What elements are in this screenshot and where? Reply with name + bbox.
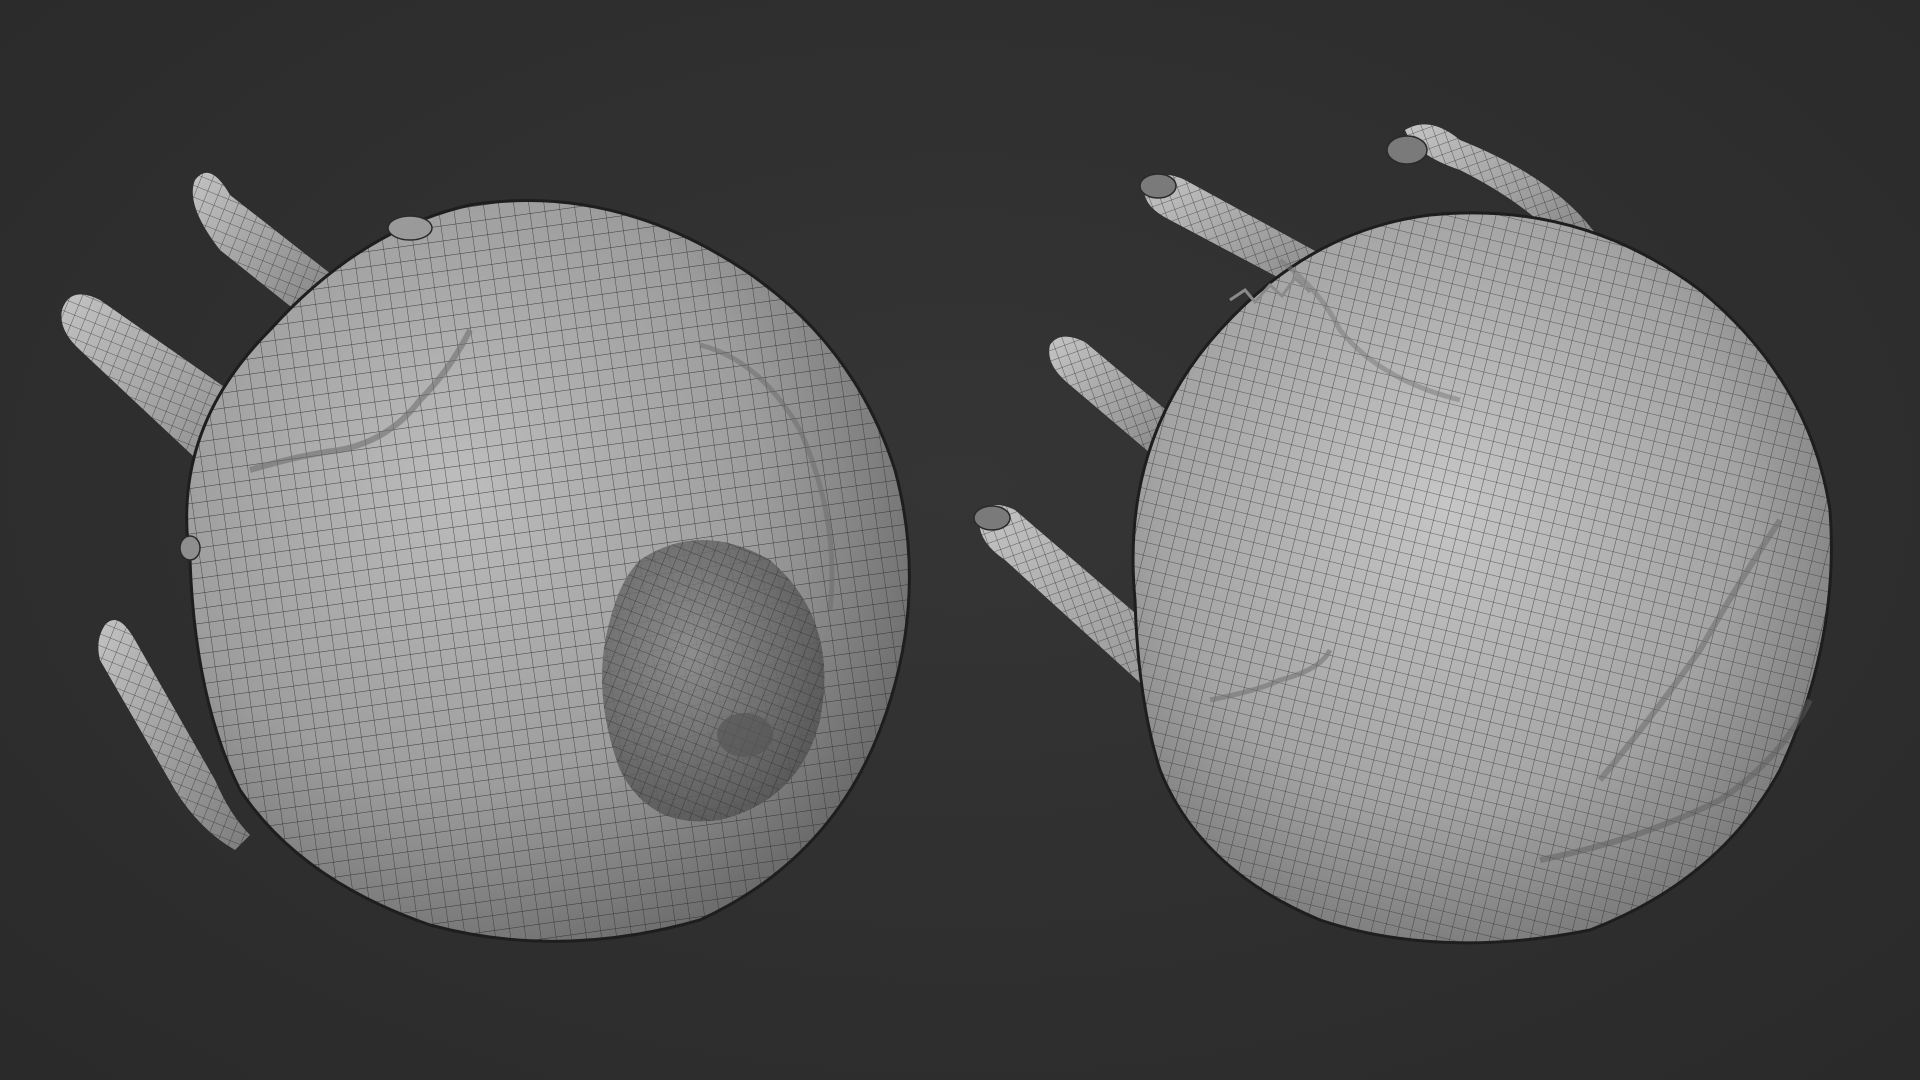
mesh-left-svg bbox=[61, 172, 911, 943]
mesh-view-right[interactable] bbox=[960, 0, 1920, 1080]
right-head-body bbox=[1131, 211, 1833, 945]
mesh-right-svg bbox=[973, 124, 1833, 945]
left-top-nub bbox=[387, 215, 433, 241]
mesh-view-left[interactable] bbox=[0, 0, 960, 1080]
left-head-body bbox=[185, 199, 911, 943]
left-side-nub bbox=[179, 535, 201, 561]
render-viewport[interactable] bbox=[0, 0, 1920, 1080]
